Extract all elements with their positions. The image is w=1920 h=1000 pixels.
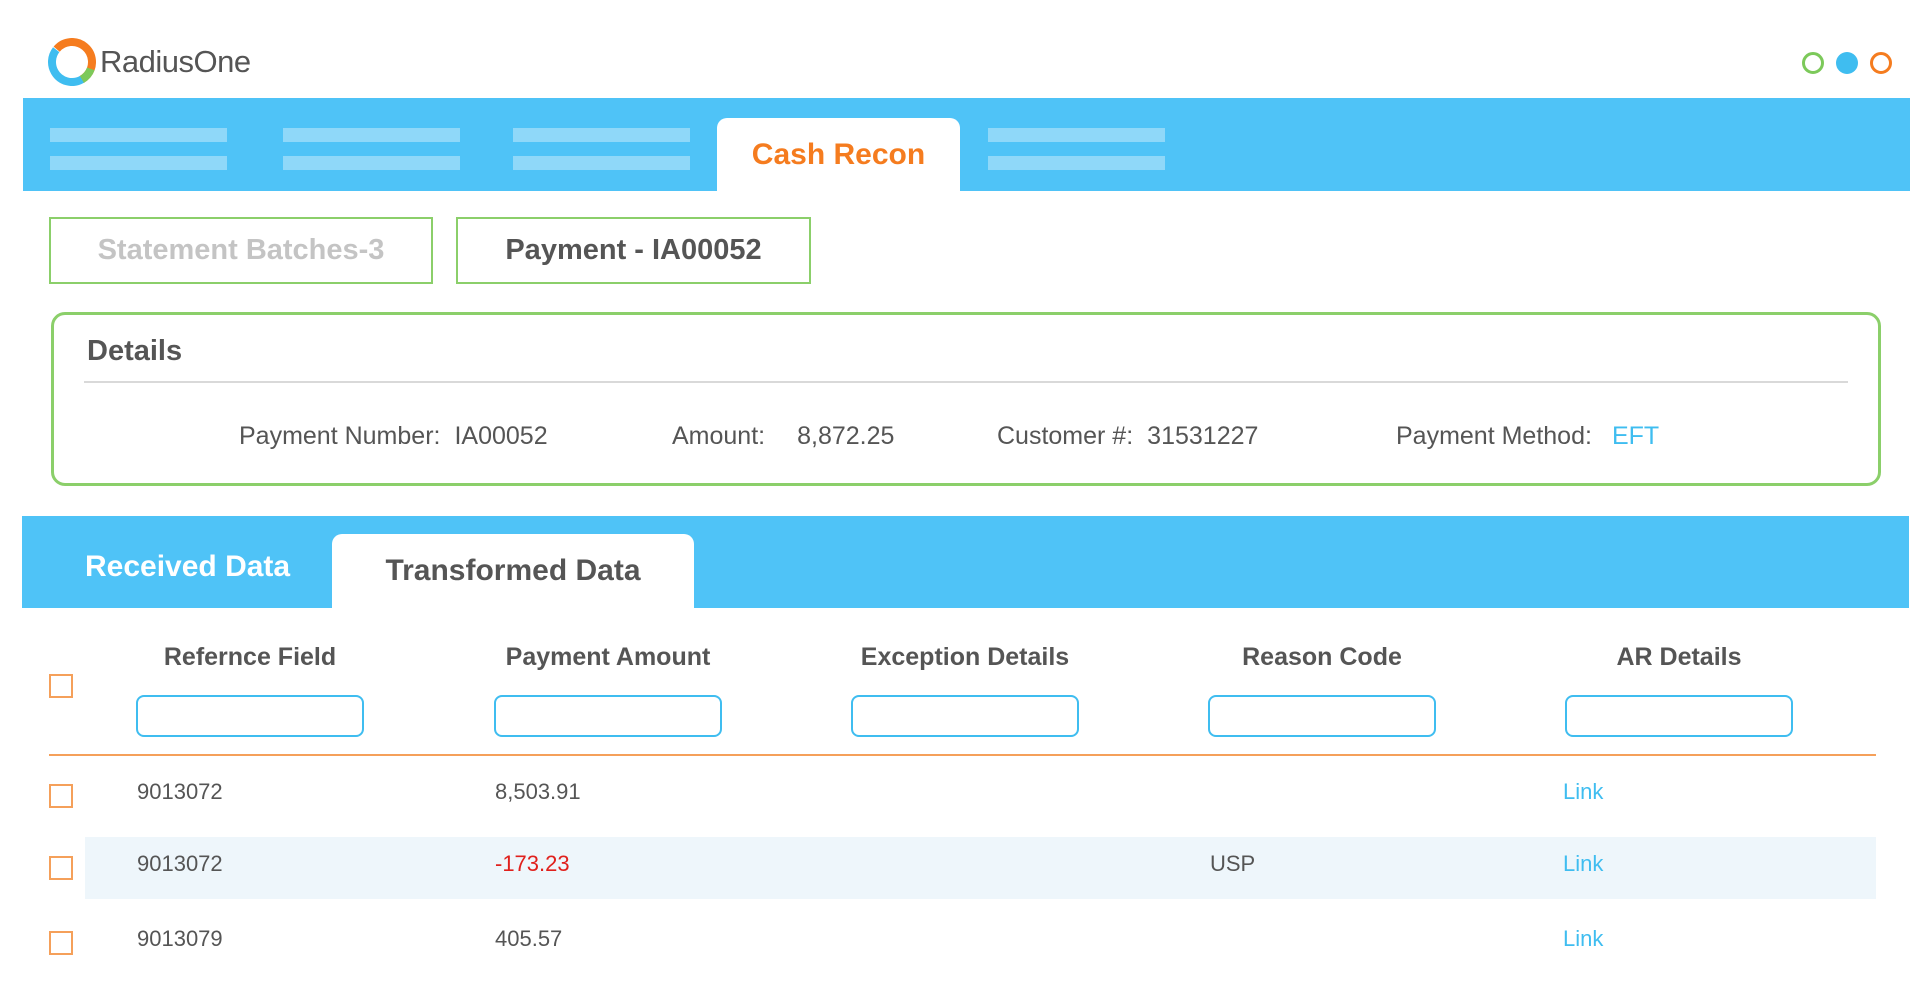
payment-number-field: Payment Number: IA00052: [239, 422, 548, 451]
details-title: Details: [87, 335, 183, 367]
cell-payment-amount: -173.23: [495, 851, 570, 876]
customer-value: 31531227: [1147, 422, 1259, 450]
details-divider: [84, 381, 1848, 383]
nav-tab-cash-recon[interactable]: Cash Recon: [717, 118, 960, 191]
column-header-reason-code: Reason Code: [1242, 643, 1402, 671]
filter-input-payment-amount[interactable]: [494, 695, 722, 737]
payment-method-label: Payment Method:: [1396, 422, 1592, 450]
filter-input-reason-code[interactable]: [1208, 695, 1436, 737]
column-header-reference: Refernce Field: [163, 643, 337, 671]
row-checkbox[interactable]: [49, 856, 73, 880]
nav-tab-placeholder-2[interactable]: [283, 128, 460, 184]
app-logo: RadiusOne: [48, 38, 251, 86]
column-header-ar-details: AR Details: [1616, 643, 1742, 671]
filter-input-reference[interactable]: [136, 695, 364, 737]
window-dot-blue-icon[interactable]: [1836, 52, 1858, 74]
row-checkbox[interactable]: [49, 931, 73, 955]
details-panel: Details Payment Number: IA00052 Amount: 8,…: [51, 312, 1881, 486]
cell-reference: 9013072: [137, 779, 223, 804]
cell-reason-code: USP: [1210, 851, 1256, 876]
top-navigation: Cash Recon: [23, 98, 1910, 191]
payment-method-value: EFT: [1611, 422, 1660, 450]
customer-field: Customer #: 31531227: [997, 422, 1258, 451]
table-header-divider: [49, 754, 1876, 756]
radiusone-logo-icon: [48, 38, 96, 86]
cell-ar-details-link[interactable]: Link: [1563, 779, 1603, 805]
breadcrumb-statement-batches[interactable]: Statement Batches-3: [49, 217, 433, 284]
cell-ar-details-link[interactable]: Link: [1563, 851, 1603, 877]
nav-tab-placeholder-4[interactable]: [988, 128, 1165, 184]
cell-payment-amount: 405.57: [495, 926, 563, 951]
payment-number-value: IA00052: [454, 422, 548, 450]
cell-reference: 9013072: [137, 851, 223, 876]
cell-ar-details-link[interactable]: Link: [1563, 926, 1603, 952]
filter-input-ar-details[interactable]: [1565, 695, 1793, 737]
app-name: RadiusOne: [100, 44, 251, 79]
amount-value: 8,872.25: [797, 422, 895, 450]
nav-tab-placeholder-3[interactable]: [513, 128, 690, 184]
payment-method-field: Payment Method: EFT: [1396, 422, 1659, 451]
select-all-checkbox[interactable]: [49, 674, 73, 698]
payment-number-label: Payment Number:: [239, 422, 441, 450]
cell-payment-amount: 8,503.91: [495, 779, 581, 804]
window-dot-orange-icon[interactable]: [1870, 52, 1892, 74]
filter-input-exception-details[interactable]: [851, 695, 1079, 737]
tab-transformed-data[interactable]: Transformed Data: [332, 534, 694, 608]
window-controls: [1802, 52, 1892, 74]
column-header-payment-amount: Payment Amount: [505, 643, 711, 671]
customer-label: Customer #:: [997, 422, 1134, 450]
amount-field: Amount: 8,872.25: [672, 422, 894, 451]
column-header-exception-details: Exception Details: [860, 643, 1070, 671]
window-dot-green-icon[interactable]: [1802, 52, 1824, 74]
row-checkbox[interactable]: [49, 784, 73, 808]
nav-tab-placeholder-1[interactable]: [50, 128, 227, 184]
tab-received-data[interactable]: Received Data: [85, 550, 290, 584]
data-tabs-bar: Received Data Transformed Data: [22, 516, 1909, 608]
amount-label: Amount:: [672, 422, 766, 450]
table-row-highlight: [85, 837, 1876, 899]
cell-reference: 9013079: [137, 926, 223, 951]
breadcrumb-payment[interactable]: Payment - IA00052: [456, 217, 811, 284]
